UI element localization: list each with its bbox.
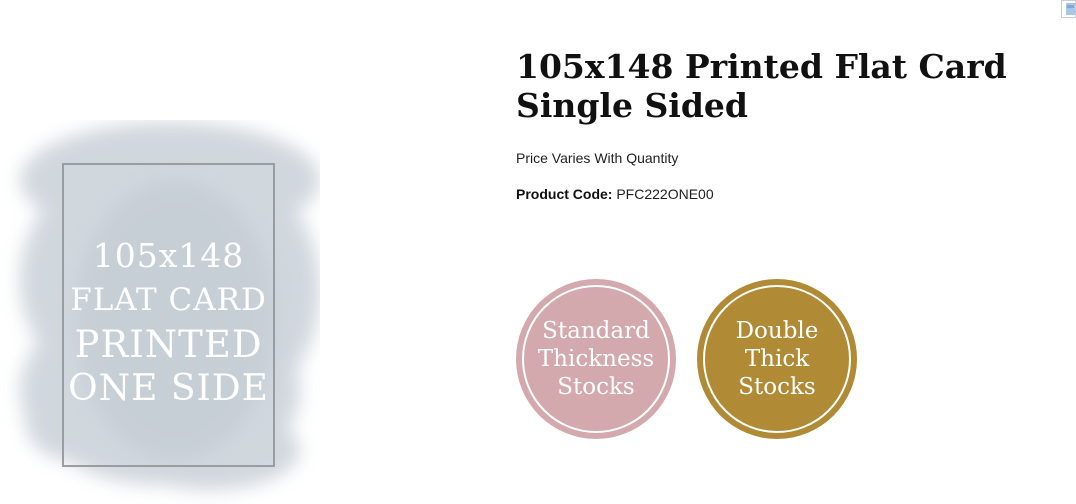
badge-line: Stocks	[738, 374, 816, 400]
product-image[interactable]: 105x148 FLAT CARD PRINTED ONE SIDE	[0, 120, 320, 504]
product-title: 105x148 Printed Flat Card Single Sided	[516, 47, 1007, 125]
standard-thickness-stocks-button[interactable]: Standard Thickness Stocks	[516, 279, 676, 439]
badge-line: Thick	[744, 346, 810, 372]
double-thick-stocks-button[interactable]: Double Thick Stocks	[697, 279, 857, 439]
badge-line: Stocks	[557, 374, 635, 400]
price-note: Price Varies With Quantity	[516, 150, 679, 166]
image-text-size: 105x148	[92, 236, 245, 275]
badge-line: Standard	[542, 318, 650, 344]
badge-line: Thickness	[537, 346, 655, 372]
badge-label: Standard Thickness Stocks	[538, 317, 654, 401]
badge-label: Double Thick Stocks	[736, 317, 819, 401]
image-icon[interactable]	[1061, 0, 1076, 18]
image-text-sides: ONE SIDE	[68, 368, 269, 409]
product-code-label: Product Code:	[516, 186, 613, 202]
image-text-printed: PRINTED	[74, 323, 263, 366]
product-code: Product Code: PFC222ONE00	[516, 186, 714, 202]
badge-line: Double	[735, 318, 819, 344]
product-code-value: PFC222ONE00	[616, 186, 714, 202]
image-text-type: FLAT CARD	[70, 282, 267, 318]
